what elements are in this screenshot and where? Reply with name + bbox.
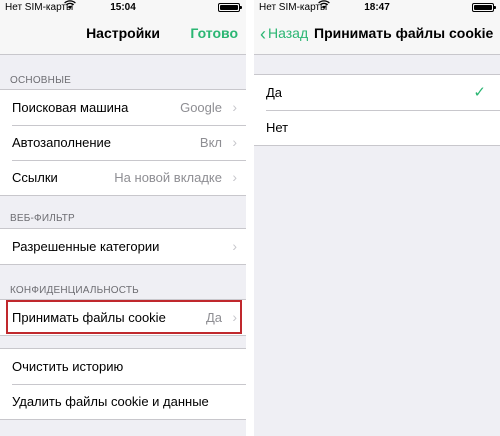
- group-actions: Очистить историю Удалить файлы cookie и …: [0, 348, 246, 420]
- section-header-privacy: КОНФИДЕНЦИАЛЬНОСТЬ: [10, 285, 139, 296]
- chevron-right-icon: ›: [232, 238, 237, 254]
- group-cookie-options: Да ✓ Нет: [254, 74, 500, 146]
- group-general: Поисковая машина Google › Автозаполнение…: [0, 89, 246, 196]
- group-webfilter: Разрешенные категории ›: [0, 228, 246, 265]
- row-value: Google: [180, 100, 222, 115]
- row-label: Очистить историю: [12, 359, 124, 374]
- row-label: Поисковая машина: [12, 100, 129, 115]
- chevron-right-icon: ›: [232, 134, 237, 150]
- status-bar: Нет SIM-карты 15:04: [0, 0, 246, 15]
- highlight-frame: [6, 300, 242, 334]
- row-label: Автозаполнение: [12, 135, 112, 150]
- row-allowed-categories[interactable]: Разрешенные категории ›: [0, 229, 246, 264]
- row-delete-cookies[interactable]: Удалить файлы cookie и данные: [0, 384, 246, 419]
- battery-icon: [218, 3, 242, 12]
- back-button[interactable]: ‹ Назад: [260, 24, 309, 44]
- row-search-engine[interactable]: Поисковая машина Google ›: [0, 90, 246, 125]
- cookie-settings-screen: Нет SIM-карты 18:47 ‹ Назад Принимать фай…: [254, 0, 500, 436]
- checkmark-icon: ✓: [473, 84, 486, 101]
- nav-bar: Настройки Готово: [0, 15, 246, 55]
- option-label: Нет: [266, 120, 289, 135]
- row-label: Удалить файлы cookie и данные: [12, 394, 209, 409]
- chevron-left-icon: ‹: [260, 24, 266, 44]
- row-label: Разрешенные категории: [12, 239, 160, 254]
- back-label: Назад: [268, 25, 309, 41]
- status-bar: Нет SIM-карты 18:47: [254, 0, 500, 15]
- row-value: Вкл: [199, 135, 222, 150]
- section-header-general: ОСНОВНЫЕ: [10, 75, 72, 86]
- row-value: На новой вкладке: [114, 170, 222, 185]
- status-time: 18:47: [364, 2, 390, 13]
- nav-bar: ‹ Назад Принимать файлы cookie: [254, 15, 500, 55]
- status-time: 15:04: [110, 2, 136, 13]
- chevron-right-icon: ›: [232, 169, 237, 185]
- row-label: Ссылки: [12, 170, 58, 185]
- section-header-webfilter: ВЕБ-ФИЛЬТР: [10, 213, 75, 224]
- option-yes[interactable]: Да ✓: [254, 75, 500, 110]
- done-button[interactable]: Готово: [190, 25, 238, 41]
- option-no[interactable]: Нет: [254, 110, 500, 145]
- settings-screen: Нет SIM-карты 15:04 Настройки Готово ОСН…: [0, 0, 246, 436]
- battery-icon: [472, 3, 496, 12]
- chevron-right-icon: ›: [232, 99, 237, 115]
- row-autofill[interactable]: Автозаполнение Вкл ›: [0, 125, 246, 160]
- row-links[interactable]: Ссылки На новой вкладке ›: [0, 160, 246, 195]
- page-title: Принимать файлы cookie: [314, 25, 494, 41]
- row-clear-history[interactable]: Очистить историю: [0, 349, 246, 384]
- option-label: Да: [266, 85, 283, 100]
